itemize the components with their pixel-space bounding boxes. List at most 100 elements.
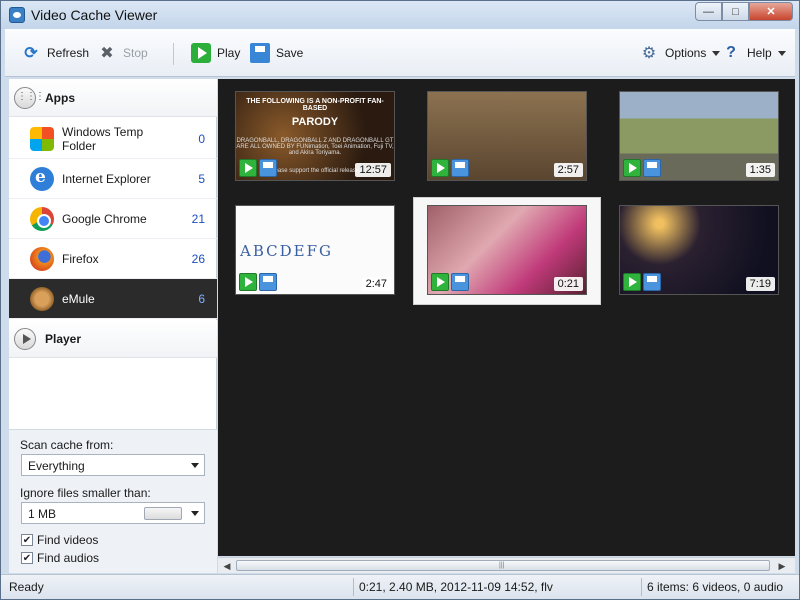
scrollbar-thumb[interactable]: ||| bbox=[236, 560, 770, 571]
window-title: Video Cache Viewer bbox=[31, 7, 158, 23]
video-duration: 1:35 bbox=[745, 163, 775, 177]
video-caption: DRAGONBALL, DRAGONBALL Z AND DRAGONBALL … bbox=[236, 138, 394, 156]
refresh-button[interactable]: ⟳ Refresh bbox=[21, 42, 89, 64]
windows-icon bbox=[30, 126, 54, 151]
sidebar-item-google-chrome[interactable]: Google Chrome 21 bbox=[9, 199, 217, 239]
save-icon[interactable] bbox=[259, 159, 277, 177]
video-caption: ABCDEFG bbox=[240, 242, 333, 260]
apps-section-header[interactable]: Apps bbox=[9, 79, 217, 117]
video-duration: 7:19 bbox=[745, 277, 775, 291]
close-button[interactable]: ✕ bbox=[749, 2, 793, 21]
refresh-label: Refresh bbox=[47, 46, 90, 60]
size-slider[interactable] bbox=[144, 507, 182, 520]
video-duration: 0:21 bbox=[553, 277, 583, 291]
apps-grid-icon bbox=[14, 86, 44, 109]
save-button[interactable]: Save bbox=[250, 42, 303, 64]
sidebar-item-firefox[interactable]: Firefox 26 bbox=[9, 239, 217, 279]
find-audios-option[interactable]: ✔ Find audios bbox=[21, 551, 99, 565]
video-thumbnail-selected[interactable]: 0:21 bbox=[427, 205, 587, 295]
internet-explorer-icon bbox=[30, 166, 54, 191]
window-controls: — □ ✕ bbox=[695, 2, 793, 21]
scan-cache-select[interactable]: Everything bbox=[21, 454, 205, 476]
chrome-icon bbox=[30, 206, 54, 231]
play-icon[interactable] bbox=[623, 273, 641, 291]
apps-header-label: Apps bbox=[45, 90, 75, 105]
player-section-header[interactable]: Player bbox=[9, 320, 217, 358]
video-duration: 2:47 bbox=[361, 277, 391, 291]
status-ready: Ready bbox=[9, 580, 44, 594]
title-bar[interactable]: Video Cache Viewer — □ ✕ bbox=[1, 1, 799, 29]
video-thumbnail[interactable]: THE FOLLOWING IS A NON-PROFIT FAN-BASED … bbox=[235, 91, 395, 181]
play-icon[interactable] bbox=[431, 159, 449, 177]
app-count: 5 bbox=[198, 171, 205, 186]
scroll-right-icon[interactable]: ▶ bbox=[776, 560, 788, 572]
stop-button[interactable]: ✖ Stop bbox=[97, 42, 147, 64]
player-play-icon bbox=[14, 327, 36, 350]
play-icon[interactable] bbox=[623, 159, 641, 177]
refresh-icon: ⟳ bbox=[24, 45, 38, 62]
save-icon[interactable] bbox=[643, 159, 661, 177]
player-header-label: Player bbox=[45, 331, 82, 346]
status-selected-info: 0:21, 2.40 MB, 2012-11-09 14:52, flv bbox=[359, 580, 553, 594]
scrollbar-grip-icon: ||| bbox=[499, 562, 505, 569]
play-icon[interactable] bbox=[239, 159, 257, 177]
video-thumbnail[interactable]: 1:35 bbox=[619, 91, 779, 181]
app-name: eMule bbox=[62, 291, 95, 306]
app-name: Internet Explorer bbox=[62, 171, 151, 186]
scan-cache-value: Everything bbox=[28, 459, 85, 473]
thumbnail-controls bbox=[239, 273, 277, 291]
play-button[interactable]: Play bbox=[191, 42, 240, 64]
sidebar-item-internet-explorer[interactable]: Internet Explorer 5 bbox=[9, 159, 217, 199]
scroll-left-icon[interactable]: ◀ bbox=[221, 560, 233, 572]
minimize-button[interactable]: — bbox=[695, 2, 722, 21]
toolbar: ⟳ Refresh ✖ Stop Play Save ⚙ Options ? H… bbox=[5, 29, 795, 77]
video-thumbnail[interactable]: 2:57 bbox=[427, 91, 587, 181]
thumbnail-controls bbox=[623, 159, 661, 177]
status-item-count: 6 items: 6 videos, 0 audio bbox=[647, 580, 784, 594]
help-menu-button[interactable]: ? Help bbox=[721, 42, 786, 64]
status-separator bbox=[641, 578, 642, 596]
ignore-files-label: Ignore files smaller than: bbox=[20, 486, 151, 500]
chevron-down-icon bbox=[191, 463, 199, 468]
play-label: Play bbox=[217, 46, 241, 60]
status-bar: Ready 0:21, 2.40 MB, 2012-11-09 14:52, f… bbox=[1, 574, 799, 599]
chevron-down-icon bbox=[777, 50, 786, 56]
save-icon[interactable] bbox=[643, 273, 661, 291]
app-count: 6 bbox=[198, 291, 205, 306]
thumbnail-controls bbox=[431, 159, 469, 177]
app-name: Firefox bbox=[62, 251, 99, 266]
help-icon: ? bbox=[726, 44, 736, 61]
play-icon[interactable] bbox=[239, 273, 257, 291]
horizontal-scrollbar[interactable]: ◀ ||| ▶ bbox=[218, 557, 795, 573]
gear-icon: ⚙ bbox=[641, 45, 657, 62]
ignore-size-value: 1 MB bbox=[28, 507, 57, 521]
options-menu-button[interactable]: ⚙ Options bbox=[639, 42, 721, 64]
thumbnail-controls bbox=[431, 273, 469, 291]
maximize-button[interactable]: □ bbox=[722, 2, 749, 21]
play-icon[interactable] bbox=[431, 273, 449, 291]
video-caption: PARODY bbox=[291, 116, 339, 128]
find-videos-checkbox[interactable]: ✔ bbox=[21, 534, 33, 546]
save-label: Save bbox=[276, 46, 304, 60]
app-count: 21 bbox=[191, 211, 205, 226]
save-icon[interactable] bbox=[451, 159, 469, 177]
app-count: 26 bbox=[191, 251, 205, 266]
save-icon[interactable] bbox=[259, 273, 277, 291]
save-icon bbox=[250, 43, 270, 63]
find-videos-option[interactable]: ✔ Find videos bbox=[21, 533, 98, 547]
video-thumbnail[interactable]: ABCDEFG 2:47 bbox=[235, 205, 395, 295]
options-label: Options bbox=[665, 46, 707, 60]
app-eye-icon bbox=[9, 7, 25, 23]
save-icon[interactable] bbox=[451, 273, 469, 291]
sidebar-item-emule[interactable]: eMule 6 bbox=[9, 279, 217, 319]
video-thumbnail[interactable]: 7:19 bbox=[619, 205, 779, 295]
app-name: Windows Temp Folder bbox=[62, 124, 144, 153]
find-videos-label: Find videos bbox=[37, 533, 99, 547]
video-caption: THE FOLLOWING IS A NON-PROFIT FAN-BASED bbox=[246, 98, 384, 112]
ignore-size-select[interactable]: 1 MB bbox=[21, 502, 205, 524]
find-audios-checkbox[interactable]: ✔ bbox=[21, 552, 33, 564]
chevron-down-icon bbox=[712, 50, 721, 56]
sidebar-item-windows-temp-folder[interactable]: Windows Temp Folder 0 bbox=[9, 119, 217, 159]
toolbar-separator bbox=[173, 43, 174, 65]
thumbnail-controls bbox=[623, 273, 661, 291]
